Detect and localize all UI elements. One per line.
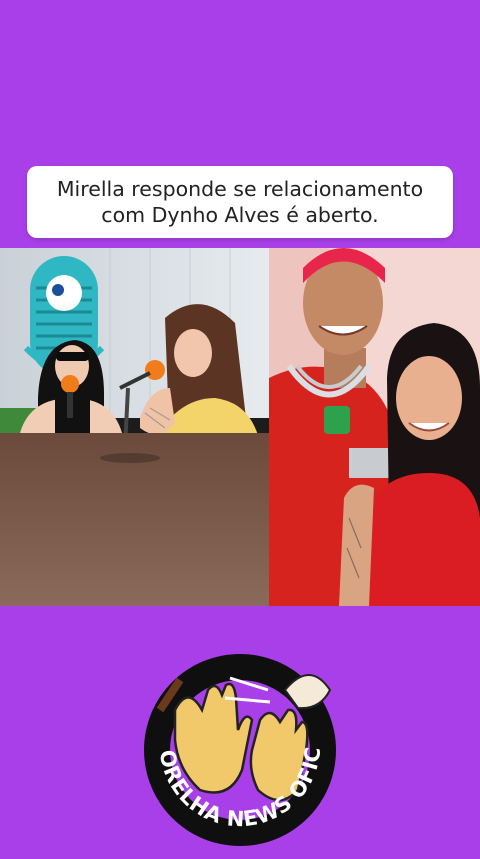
couple-photo xyxy=(269,248,480,606)
headline-card: Mirella responde se relacionamento com D… xyxy=(27,166,453,238)
headline-line-1: Mirella responde se relacionamento xyxy=(56,177,424,201)
na-orelha-news-logo[interactable]: NA ORELHA NEWS OFICIAL xyxy=(121,631,350,854)
couple-illustration xyxy=(269,248,480,606)
video-collage[interactable] xyxy=(0,248,480,606)
podcast-photo xyxy=(0,248,269,606)
headline-line-2: com Dynho Alves é aberto. xyxy=(101,203,379,227)
podcast-studio-illustration xyxy=(0,248,269,606)
